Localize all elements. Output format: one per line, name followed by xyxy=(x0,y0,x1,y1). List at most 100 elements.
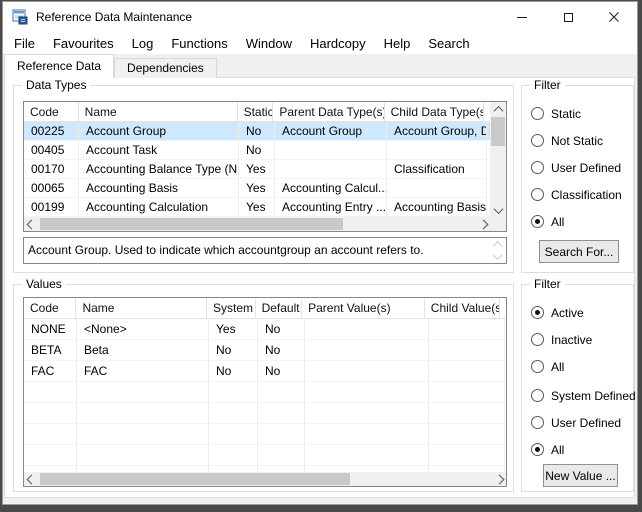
table-row[interactable]: FAC FAC No No xyxy=(24,361,506,382)
filter-group-label: Filter xyxy=(530,78,565,92)
cell-child-value-s xyxy=(429,382,505,402)
values-filter-option-active[interactable]: Active xyxy=(522,299,633,326)
data-type-description-box: Account Group. Used to indicate which ac… xyxy=(23,237,507,264)
cell-name: Beta xyxy=(77,340,209,360)
radio-icon xyxy=(531,333,544,346)
column-header-child-value-s[interactable]: Child Value(s) xyxy=(425,298,500,318)
menu-item-search[interactable]: Search xyxy=(419,34,478,53)
cell-parent-data-type-s xyxy=(275,141,387,159)
horizontal-scrollbar[interactable] xyxy=(24,217,490,231)
cell-name xyxy=(77,445,209,465)
radio-label: User Defined xyxy=(551,415,622,430)
maximize-button[interactable] xyxy=(545,2,591,32)
column-header-name[interactable]: Name xyxy=(79,102,238,121)
table-row[interactable]: 00170 Accounting Balance Type (N... Yes Cla… xyxy=(24,160,490,179)
table-rows: NONE <None> Yes No BETA Beta No No FAC FAC No No xyxy=(24,319,506,472)
menu-item-window[interactable]: Window xyxy=(237,34,301,53)
table-row[interactable]: BETA Beta No No xyxy=(24,340,506,361)
column-header-system[interactable]: System xyxy=(207,298,256,318)
menu-item-file[interactable]: File xyxy=(5,34,44,53)
column-header-code[interactable]: Code xyxy=(24,298,77,318)
cell-parent-value-s xyxy=(305,445,429,465)
maximize-icon xyxy=(563,12,573,22)
values-filter-option-user-defined[interactable]: User Defined xyxy=(522,409,633,436)
new-value-button[interactable]: New Value ... xyxy=(543,464,618,487)
menu-item-functions[interactable]: Functions xyxy=(162,34,236,53)
horizontal-scrollbar[interactable] xyxy=(24,472,506,486)
column-header-parent-data-type-s[interactable]: Parent Data Type(s) xyxy=(273,102,385,121)
cell-child-value-s xyxy=(429,424,505,444)
menu-item-log[interactable]: Log xyxy=(123,34,163,53)
scroll-left-button[interactable] xyxy=(24,472,38,486)
data-types-group-label: Data Types xyxy=(22,78,91,92)
tab-dependencies[interactable]: Dependencies xyxy=(114,58,217,78)
search-for-button[interactable]: Search For... xyxy=(539,240,619,263)
close-button[interactable] xyxy=(591,2,637,32)
cell-system: No xyxy=(209,361,258,381)
data-types-filter-option-user-defined[interactable]: User Defined xyxy=(522,154,633,181)
column-header-parent-value-s[interactable]: Parent Value(s) xyxy=(302,298,425,318)
radio-icon xyxy=(531,134,544,147)
radio-icon xyxy=(531,360,544,373)
table-row[interactable]: 00199 Accounting Calculation Yes Accounting… xyxy=(24,198,490,217)
scroll-left-button[interactable] xyxy=(24,217,38,231)
cell-default xyxy=(258,424,305,444)
cell-default: No xyxy=(258,319,305,339)
column-header-name[interactable]: Name xyxy=(76,298,208,318)
vertical-scrollbar[interactable] xyxy=(490,102,506,217)
cell-code xyxy=(24,403,77,423)
radio-label: All xyxy=(551,442,565,457)
horizontal-scroll-thumb[interactable] xyxy=(40,473,350,485)
values-filter-option-system-defined[interactable]: System Defined xyxy=(522,382,636,409)
table-row[interactable]: 00405 Account Task No xyxy=(24,141,490,160)
cell-code: FAC xyxy=(24,361,77,381)
window-controls xyxy=(499,2,637,32)
cell-static: Yes xyxy=(239,179,275,197)
column-header-default[interactable]: Default xyxy=(256,298,303,318)
app-icon xyxy=(12,9,28,25)
horizontal-scroll-thumb[interactable] xyxy=(40,218,343,230)
scroll-up-button[interactable] xyxy=(490,102,506,116)
table-row-empty xyxy=(24,445,506,466)
values-filter-option-all[interactable]: All xyxy=(522,436,633,463)
data-types-filter-option-static[interactable]: Static xyxy=(522,100,633,127)
cell-system xyxy=(209,424,258,444)
radio-icon xyxy=(531,306,544,319)
data-types-table: Code Name Static Parent Data Type(s) Child D… xyxy=(23,101,507,232)
cell-default: No xyxy=(258,361,305,381)
scroll-down-button[interactable] xyxy=(490,203,506,217)
scroll-right-button[interactable] xyxy=(476,217,490,231)
column-header-child-data-type-s[interactable]: Child Data Type(s) xyxy=(385,102,484,121)
values-filter-option-inactive[interactable]: Inactive xyxy=(522,326,633,353)
data-types-filter-option-classification[interactable]: Classification xyxy=(522,181,633,208)
radio-icon xyxy=(531,389,544,402)
table-row[interactable]: 00065 Accounting Basis Yes Accounting Calcu… xyxy=(24,179,490,198)
data-types-filter-option-all[interactable]: All xyxy=(522,208,633,235)
radio-icon xyxy=(531,416,544,429)
menu-item-hardcopy[interactable]: Hardcopy xyxy=(301,34,375,53)
cell-static: No xyxy=(239,141,275,159)
column-header-static[interactable]: Static xyxy=(238,102,274,121)
column-header-code[interactable]: Code xyxy=(24,102,79,121)
menu-item-help[interactable]: Help xyxy=(375,34,420,53)
cell-system: Yes xyxy=(209,319,258,339)
tab-reference-data[interactable]: Reference Data xyxy=(4,54,115,78)
cell-code: 00199 xyxy=(24,198,79,216)
data-types-filter-option-not-static[interactable]: Not Static xyxy=(522,127,633,154)
vertical-scroll-thumb[interactable] xyxy=(491,117,505,146)
radio-label: Classification xyxy=(551,187,622,202)
table-row-empty xyxy=(24,403,506,424)
values-filter-option-all[interactable]: All xyxy=(522,353,633,380)
table-row[interactable]: NONE <None> Yes No xyxy=(24,319,506,340)
menu-item-favourites[interactable]: Favourites xyxy=(44,34,123,53)
table-row[interactable]: 00225 Account Group No Account Group Account… xyxy=(24,122,490,141)
scroll-right-button[interactable] xyxy=(492,472,506,486)
radio-label: All xyxy=(551,359,565,374)
cell-child-data-type-s: Account Group, D.. xyxy=(387,122,487,140)
cell-name: Account Task xyxy=(79,141,239,159)
cell-static: No xyxy=(239,122,275,140)
minimize-button[interactable] xyxy=(499,2,545,32)
radio-icon xyxy=(531,443,544,456)
tab-strip: Reference Data Dependencies xyxy=(4,54,217,78)
radio-label: System Defined xyxy=(551,388,636,403)
